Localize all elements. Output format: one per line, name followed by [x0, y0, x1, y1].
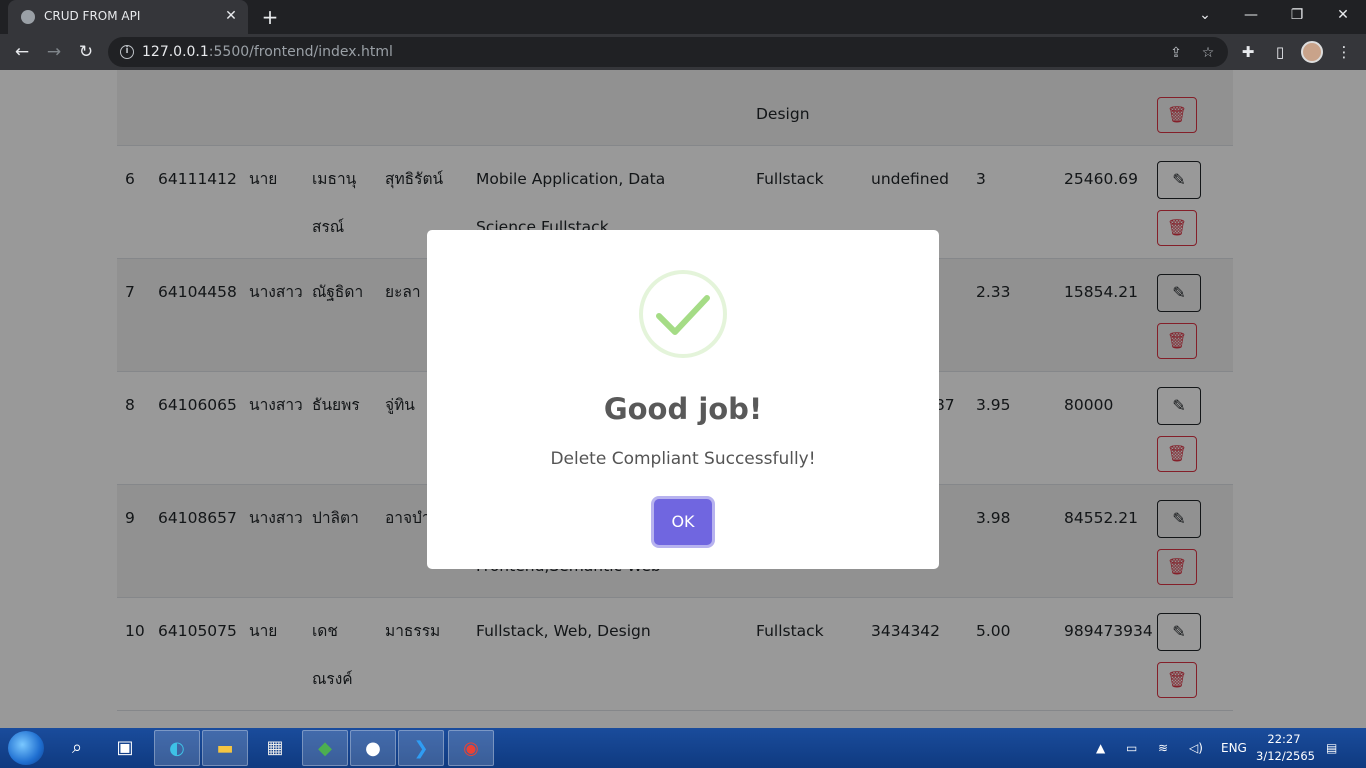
github-desktop-icon[interactable]: ● — [350, 730, 396, 766]
browser-toolbar: ← → ↻ i 127.0.0.1:5500/frontend/index.ht… — [0, 34, 1366, 70]
back-icon[interactable]: ← — [8, 38, 36, 66]
tab-title: CRUD FROM API — [44, 9, 141, 23]
new-tab-button[interactable]: + — [257, 4, 283, 30]
clock-date: 3/12/2565 — [1256, 749, 1315, 763]
site-info-icon[interactable]: i — [120, 45, 134, 59]
address-bar[interactable]: i 127.0.0.1:5500/frontend/index.html ⇪ ☆ — [108, 37, 1228, 67]
clock[interactable]: 22:27 3/12/2565 — [1256, 731, 1315, 765]
profile-avatar[interactable] — [1301, 41, 1323, 63]
success-dialog: Good job! Delete Compliant Successfully!… — [427, 230, 939, 569]
edge-icon[interactable]: ◐ — [154, 730, 200, 766]
store-icon[interactable]: ▦ — [252, 730, 298, 766]
taskbar: ⌕ ▣ ◐ ▬ ▦ ◆ ● ❯ ◉ ▲ ▭ ≋ ◁) ENG 22:27 3/1… — [0, 728, 1366, 768]
search-icon[interactable]: ⌕ — [54, 730, 100, 766]
forward-icon[interactable]: → — [40, 38, 68, 66]
share-icon[interactable]: ⇪ — [1166, 43, 1186, 63]
close-tab-icon[interactable]: ✕ — [220, 4, 242, 26]
globe-icon — [21, 10, 35, 24]
wifi-icon[interactable]: ≋ — [1158, 728, 1168, 768]
checkmark-icon — [656, 295, 710, 335]
dialog-title: Good job! — [603, 392, 763, 426]
clock-time: 22:27 — [1267, 732, 1301, 746]
bookmark-star-icon[interactable]: ☆ — [1198, 43, 1218, 63]
battery-icon[interactable]: ▭ — [1126, 728, 1137, 768]
extensions-icon[interactable]: ✚ — [1236, 40, 1260, 64]
language-indicator[interactable]: ENG — [1221, 728, 1247, 768]
menu-icon[interactable]: ⋮ — [1332, 40, 1356, 64]
file-explorer-icon[interactable]: ▬ — [202, 730, 248, 766]
dialog-message: Delete Compliant Successfully! — [550, 449, 816, 469]
tray-expand-icon[interactable]: ▲ — [1096, 728, 1105, 768]
side-panel-icon[interactable]: ▯ — [1268, 40, 1292, 64]
chrome-icon[interactable]: ◉ — [448, 730, 494, 766]
start-button[interactable] — [8, 731, 44, 765]
restore-button[interactable]: ❐ — [1274, 0, 1320, 30]
tab-search-icon[interactable]: ⌄ — [1182, 0, 1228, 30]
close-window-button[interactable]: ✕ — [1320, 0, 1366, 30]
vscode-icon[interactable]: ❯ — [398, 730, 444, 766]
browser-tab[interactable]: CRUD FROM API ✕ — [8, 0, 248, 34]
reload-icon[interactable]: ↻ — [72, 38, 100, 66]
url-text[interactable]: 127.0.0.1:5500/frontend/index.html — [142, 44, 393, 60]
mongodb-icon[interactable]: ◆ — [302, 730, 348, 766]
ok-button[interactable]: OK — [654, 499, 712, 545]
task-view-icon[interactable]: ▣ — [102, 730, 148, 766]
minimize-button[interactable]: — — [1228, 0, 1274, 30]
notification-icon[interactable]: ▤ — [1326, 728, 1337, 768]
volume-icon[interactable]: ◁) — [1189, 728, 1203, 768]
tab-strip: CRUD FROM API ✕ + ⌄ — ❐ ✕ — [0, 0, 1366, 34]
